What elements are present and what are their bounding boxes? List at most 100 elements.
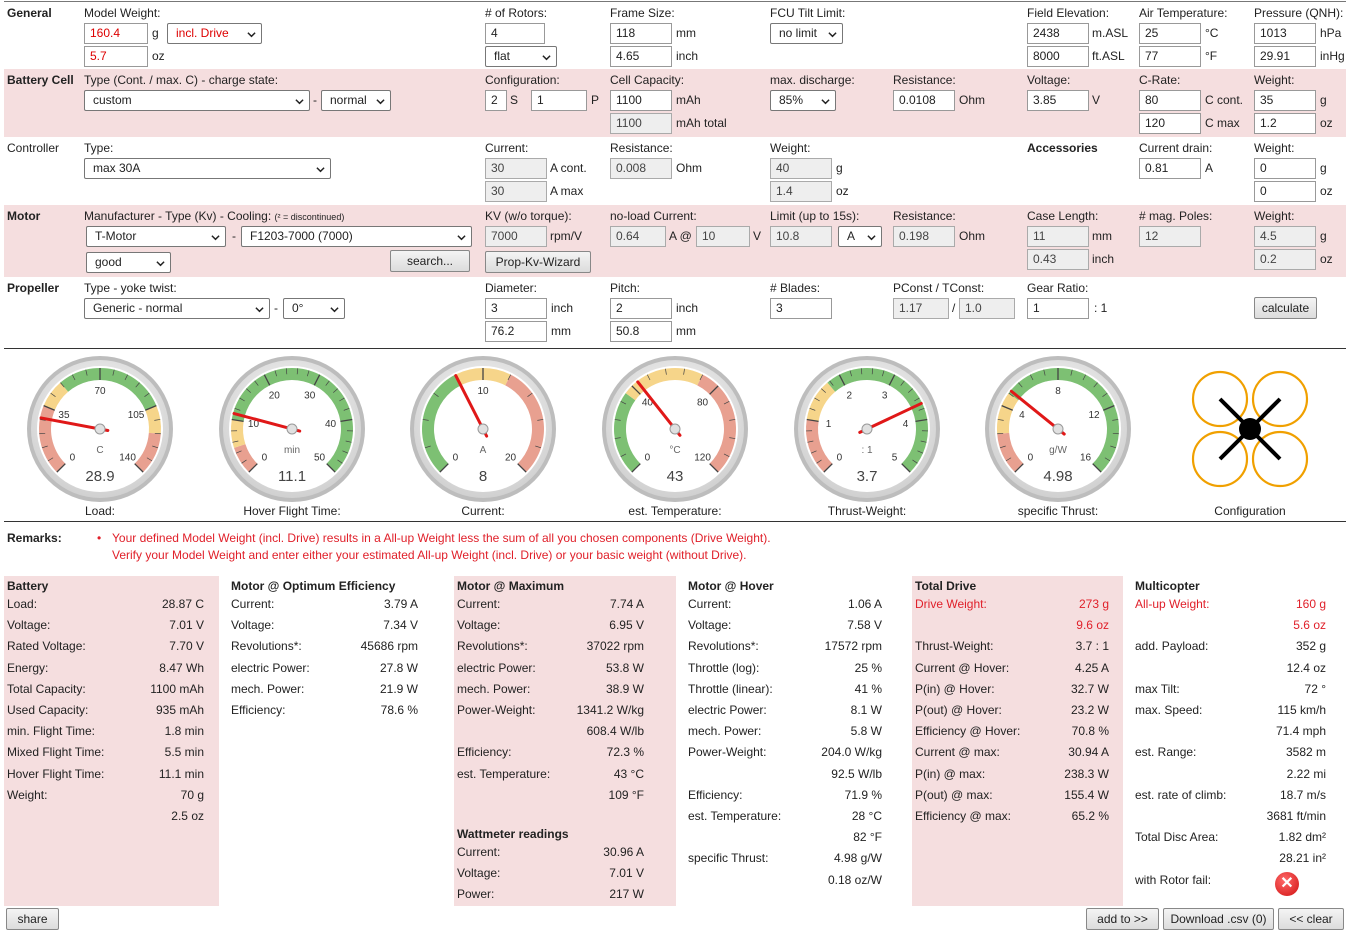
yoke-twist-select[interactable]: 0° (283, 298, 345, 319)
result-value: 7.74 A (609, 597, 644, 611)
gauge-specific-thrust: 0 4 8 12 16 g/W 4.98 (985, 356, 1131, 502)
result-value: 0.18 oz/W (827, 872, 882, 887)
frame-mm-input[interactable]: 118 (610, 23, 672, 44)
propeller-type-select[interactable]: Generic - normal (84, 298, 270, 319)
result-value: 1341.2 W/kg (576, 703, 644, 717)
max-discharge-select[interactable]: 85% (770, 90, 836, 111)
gauge-tick-label: 16 (1080, 453, 1092, 464)
result-value: 7.01 V (609, 866, 644, 880)
battery-voltage-input[interactable]: 3.85 (1027, 90, 1089, 111)
gear-ratio-input[interactable]: 1 (1027, 298, 1089, 319)
c-cont-input[interactable]: 80 (1139, 90, 1201, 111)
cells-series-input[interactable]: 2 (485, 90, 507, 111)
motor-resistance-field: 0.198 (893, 226, 955, 247)
results-motor-maximum: Motor @ Maximum Current: 7.74 A Voltage: 6.9… (454, 576, 676, 906)
diameter-mm-input[interactable]: 76.2 (485, 321, 547, 342)
result-row: Voltage: 7.01 V (454, 863, 676, 884)
air-temp-c-input[interactable]: 25 (1139, 23, 1201, 44)
result-row: 12.4 oz (1132, 658, 1346, 679)
accessories-weight-oz-input[interactable]: 0 (1254, 181, 1316, 202)
battery-weight-oz-input[interactable]: 1.2 (1254, 113, 1316, 134)
result-row: P(out) @ max: 155.4 W (912, 785, 1123, 806)
result-row: Energy: 8.47 Wh (4, 658, 219, 679)
motor-model-select[interactable]: F1203-7000 (7000) (241, 226, 472, 247)
c-max-input[interactable]: 120 (1139, 113, 1201, 134)
rotor-layout-select[interactable]: flat (485, 46, 557, 67)
battery-type-select[interactable]: custom (84, 90, 310, 111)
controller-type-select[interactable]: max 30A (84, 158, 331, 179)
unit-inch: inch (551, 301, 574, 315)
blades-input[interactable]: 3 (770, 298, 832, 319)
result-value: 70 g (180, 787, 204, 802)
pitch-mm-input[interactable]: 50.8 (610, 321, 672, 342)
result-value: 160 g (1295, 597, 1326, 611)
cooling-select[interactable]: good (86, 252, 171, 273)
elevation-ft-input[interactable]: 8000 (1027, 46, 1089, 67)
motor-weight-label: Weight: (1254, 209, 1295, 223)
model-weight-oz-input[interactable]: 5.7 (84, 46, 148, 67)
result-label: Revolutions*: (688, 639, 759, 654)
unit-oz: oz (1320, 116, 1333, 130)
chevron-down-icon (211, 235, 220, 241)
result-label: est. rate of climb: (1135, 787, 1227, 802)
rotors-input[interactable]: 4 (485, 23, 545, 44)
frame-inch-input[interactable]: 4.65 (610, 46, 672, 67)
kv-label: KV (w/o torque): (485, 209, 572, 223)
result-value: 71.9 % (844, 787, 882, 802)
pressure-inhg-input[interactable]: 29.91 (1254, 46, 1316, 67)
unit-mm: mm (676, 324, 696, 338)
clear-button[interactable]: << clear (1278, 908, 1344, 930)
current-drain-input[interactable]: 0.81 (1139, 158, 1201, 179)
result-row: 9.6 oz (912, 615, 1123, 636)
result-value: 1100 mAh (150, 681, 204, 696)
fcu-tilt-select[interactable]: no limit (770, 23, 843, 44)
elevation-m-input[interactable]: 2438 (1027, 23, 1089, 44)
result-row: All-up Weight: 160 g (1132, 594, 1346, 615)
gauge-caption-temperature: est. Temperature: (628, 504, 722, 518)
result-value: 3.79 A (383, 597, 418, 611)
cell-capacity-label: Cell Capacity: (610, 73, 685, 87)
result-row: specific Thrust: 4.98 g/W (685, 848, 907, 869)
chevron-down-icon (828, 32, 837, 38)
cell-capacity-input[interactable]: 1100 (610, 90, 672, 111)
result-label: max. Speed: (1135, 703, 1203, 717)
result-label: Rated Voltage: (7, 639, 86, 654)
motor-manufacturer-select[interactable]: T-Motor (86, 226, 226, 247)
pressure-hpa-input[interactable]: 1013 (1254, 23, 1316, 44)
section-title-general: General (7, 6, 52, 20)
result-row: est. rate of climb: 18.7 m/s (1132, 785, 1346, 806)
download-csv-button[interactable]: Download .csv (0) (1163, 908, 1274, 930)
gauge-unit: °C (669, 445, 680, 456)
add-to-button[interactable]: add to >> (1086, 908, 1159, 930)
share-button[interactable]: share (6, 908, 59, 930)
charge-state-select[interactable]: normal (321, 90, 391, 111)
model-weight-g-input[interactable]: 160.4 (84, 23, 148, 44)
result-row: 71.4 mph (1132, 721, 1346, 742)
rotors-label: # of Rotors: (485, 6, 548, 20)
discontinued-note: (² = discontinued) (274, 212, 345, 222)
gauge-hub (861, 423, 873, 435)
search-button[interactable]: search... (390, 250, 470, 272)
result-row: P(out) @ Hover: 23.2 W (912, 700, 1123, 721)
result-row: Efficiency @ Hover: 70.8 % (912, 721, 1123, 742)
result-label: est. Range: (1135, 745, 1197, 760)
cells-parallel-input[interactable]: 1 (531, 90, 587, 111)
calculate-button[interactable]: calculate (1254, 297, 1317, 319)
result-row: est. Range: 3582 m (1132, 742, 1346, 763)
air-temp-f-input[interactable]: 77 (1139, 46, 1201, 67)
gauge-caption-hover-flight-time: Hover Flight Time: (243, 504, 341, 518)
diameter-inch-input[interactable]: 3 (485, 298, 547, 319)
battery-weight-g-input[interactable]: 35 (1254, 90, 1316, 111)
result-row: Drive Weight: 273 g (912, 594, 1123, 615)
prop-kv-wizard-button[interactable]: Prop-Kv-Wizard (485, 251, 591, 273)
weight-mode-select[interactable]: incl. Drive (167, 23, 262, 44)
limit-unit-select[interactable]: A (838, 226, 882, 247)
result-row: Power: 217 W (454, 884, 676, 905)
accessories-weight-g-input[interactable]: 0 (1254, 158, 1316, 179)
battery-resistance-input[interactable]: 0.0108 (893, 90, 955, 111)
controller-resistance-label: Resistance: (610, 141, 673, 155)
pitch-inch-input[interactable]: 2 (610, 298, 672, 319)
result-value: 30.94 A (1068, 745, 1109, 760)
result-label: Energy: (7, 660, 49, 675)
result-label: mech. Power: (231, 681, 305, 696)
